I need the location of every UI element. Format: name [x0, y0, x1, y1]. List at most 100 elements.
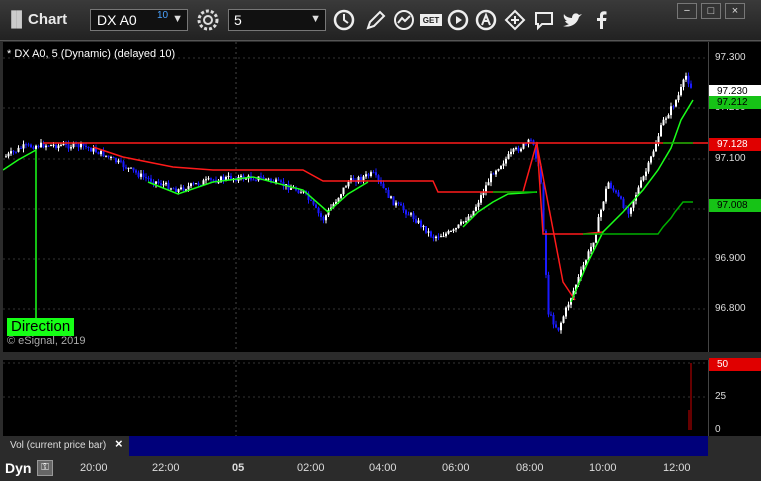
candle-body — [640, 180, 642, 188]
pencil-icon[interactable] — [364, 8, 388, 32]
candle-body — [480, 195, 482, 203]
candle-body — [362, 176, 365, 181]
candle-body — [642, 176, 645, 181]
candle-body — [530, 139, 532, 141]
twitter-icon[interactable] — [560, 8, 584, 32]
candle-body — [342, 187, 345, 195]
candle-body — [155, 181, 157, 184]
time-label: 04:00 — [369, 462, 397, 474]
get-icon[interactable]: GET — [419, 8, 443, 32]
volume-axis[interactable]: 50 25 0 — [708, 358, 761, 436]
lock-icon[interactable]: ⚿ — [37, 460, 53, 476]
candle-body — [450, 230, 452, 232]
candle-body — [280, 180, 282, 182]
candle-body — [57, 145, 60, 149]
alert-icon[interactable] — [474, 8, 498, 32]
candle-body — [455, 228, 457, 230]
candle-body — [15, 151, 17, 153]
maximize-button[interactable]: □ — [701, 3, 721, 19]
close-icon[interactable]: × — [115, 436, 123, 451]
link-icon[interactable] — [503, 8, 527, 32]
candle-body — [550, 314, 552, 316]
interval-input[interactable]: 5 ▼ — [228, 9, 326, 31]
candle-body — [370, 172, 372, 176]
candle-body — [407, 214, 410, 216]
symbol-input[interactable]: DX A0 10 ▼ — [90, 9, 188, 31]
candle-body — [132, 167, 135, 171]
candle-body — [277, 179, 280, 181]
comment-icon[interactable] — [532, 8, 556, 32]
candle-body — [112, 156, 115, 158]
candle-body — [382, 183, 385, 189]
candle-body — [240, 175, 242, 178]
price-axis[interactable]: 97.300 97.200 97.100 97.000 96.900 96.80… — [708, 42, 761, 352]
candle-body — [667, 115, 670, 119]
facebook-icon[interactable] — [589, 8, 613, 32]
candle-body — [187, 186, 190, 190]
volume-label: 0 — [715, 424, 721, 435]
candle-body — [325, 215, 327, 221]
candle-body — [262, 177, 265, 179]
candle-body — [32, 147, 35, 149]
play-icon[interactable] — [446, 8, 470, 32]
time-label: 02:00 — [297, 462, 325, 474]
candle-body — [255, 180, 257, 182]
volume-study-tab[interactable]: Vol (current price bar) × — [3, 436, 129, 456]
clock-icon[interactable] — [332, 8, 356, 32]
candle-body — [390, 196, 392, 198]
candle-body — [447, 231, 450, 234]
candle-body — [490, 173, 492, 183]
candle-body — [5, 156, 7, 158]
candle-body — [497, 169, 500, 171]
candle-body — [647, 162, 650, 172]
candle-body — [437, 236, 440, 238]
candle-body — [197, 183, 200, 185]
pane-separator[interactable] — [0, 352, 761, 360]
candle-body — [665, 118, 667, 120]
candle-body — [140, 173, 142, 177]
candle-body — [445, 233, 447, 237]
candle-body — [410, 213, 412, 215]
price-chart[interactable]: * DX A0, 5 (Dynamic) (delayed 10) Direct… — [3, 42, 708, 352]
svg-text:GET: GET — [423, 16, 440, 25]
candle-body — [517, 147, 520, 152]
volume-top-tag: 50 — [709, 358, 761, 371]
chevron-down-icon[interactable]: ▼ — [172, 13, 183, 25]
candle-body — [135, 170, 137, 173]
candle-body — [107, 155, 110, 158]
candle-body — [607, 182, 610, 189]
candle-body — [417, 220, 420, 223]
close-button[interactable]: × — [725, 3, 745, 19]
candle-body — [415, 219, 417, 223]
candle-body — [465, 221, 467, 223]
candle-body — [662, 119, 665, 126]
candle-body — [222, 176, 225, 181]
minimize-button[interactable]: − — [677, 3, 697, 19]
gear-icon[interactable] — [195, 8, 221, 32]
candle-body — [655, 143, 657, 152]
study-icon[interactable] — [392, 8, 416, 32]
candle-body — [150, 178, 152, 182]
candle-body — [227, 175, 230, 177]
candle-body — [52, 144, 55, 146]
candle-body — [492, 173, 495, 175]
candle-body — [505, 158, 507, 164]
candle-body — [347, 181, 350, 187]
candle-body — [392, 196, 395, 206]
candle-body — [12, 151, 15, 153]
candle-body — [97, 152, 100, 155]
window-title: Chart — [28, 11, 68, 28]
volume-pane[interactable] — [3, 360, 708, 436]
green-line-tag: 97.212 — [709, 96, 761, 109]
candle-body — [77, 144, 80, 148]
candle-body — [502, 163, 505, 166]
candle-body — [620, 196, 622, 199]
chevron-down-icon[interactable]: ▼ — [310, 13, 321, 25]
candle-body — [522, 143, 525, 149]
candle-body — [62, 143, 65, 146]
candle-body — [267, 178, 270, 180]
time-axis[interactable]: Dyn ⚿ 20:00 22:00 05 02:00 04:00 06:00 0… — [0, 456, 761, 481]
candle-body — [217, 182, 220, 184]
direction-label: Direction — [7, 318, 75, 336]
candle-body — [425, 225, 427, 233]
